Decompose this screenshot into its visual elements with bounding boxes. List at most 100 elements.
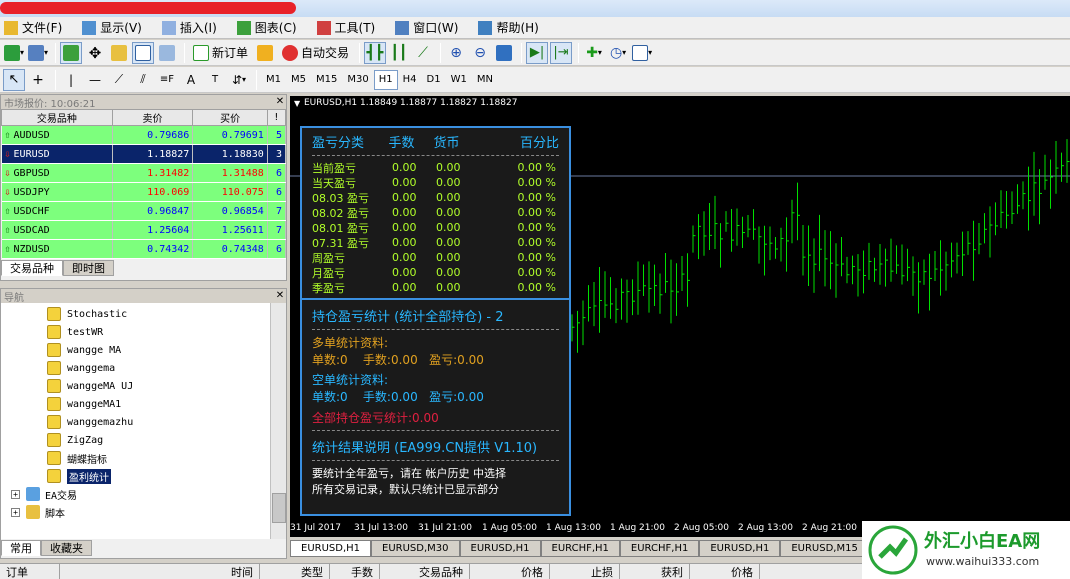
navigator-item[interactable]: ZigZag (47, 431, 286, 449)
mw-tab-0[interactable]: 交易品种 (1, 260, 63, 276)
timeframe-m1[interactable]: M1 (261, 70, 286, 90)
terminal-column[interactable]: 价格 (690, 564, 760, 579)
indicators-button[interactable]: ✚ ▾ (583, 42, 605, 64)
mw-tab-1[interactable]: 即时图 (63, 260, 114, 276)
nav-tab-0[interactable]: 常用 (1, 540, 41, 556)
trendline-button[interactable]: ⟋ (108, 69, 130, 91)
terminal-column[interactable]: 交易品种 (380, 564, 470, 579)
vertical-line-button[interactable]: | (60, 69, 82, 91)
line-chart-button[interactable]: ⟋ (412, 42, 434, 64)
tile-windows-button[interactable] (493, 42, 515, 64)
quote-row-usdcad[interactable]: ⇧ USDCAD 1.25604 1.25611 7 (1, 220, 287, 240)
menu-item-0[interactable]: 文件(F) (4, 18, 62, 38)
column-header[interactable]: 卖价 (111, 109, 194, 126)
stats-cell: 年盈亏 (312, 295, 392, 296)
expand-icon[interactable]: + (11, 489, 20, 499)
navigator-item[interactable]: wanggeMA UJ (47, 377, 286, 395)
close-icon[interactable]: ✕ (274, 96, 286, 108)
chart-tab-2[interactable]: EURUSD,H1 (459, 540, 541, 557)
auto-trading-button[interactable]: 自动交易 (278, 42, 353, 64)
navigator-item-label: 盈利统计 (67, 468, 111, 484)
text-button[interactable]: A (180, 69, 202, 91)
quote-row-nzdusd[interactable]: ⇧ NZDUSD 0.74342 0.74348 6 (1, 239, 287, 259)
menu-item-5[interactable]: 窗口(W) (395, 18, 458, 38)
menu-item-6[interactable]: 帮助(H) (478, 18, 539, 38)
close-icon[interactable]: ✕ (274, 290, 286, 302)
timeframe-m30[interactable]: M30 (342, 70, 373, 90)
chart-shift-button[interactable]: |⇥ (550, 41, 573, 64)
terminal-column[interactable]: 止损 (550, 564, 620, 579)
timeframe-mn[interactable]: MN (472, 70, 498, 90)
chart-tab-5[interactable]: EURUSD,H1 (699, 540, 781, 557)
column-header[interactable]: 买价 (192, 109, 268, 126)
timeframe-w1[interactable]: W1 (446, 70, 472, 90)
navigator-button[interactable] (108, 42, 130, 64)
cursor-button[interactable]: ↖ (3, 68, 25, 91)
chart-tab-4[interactable]: EURCHF,H1 (619, 540, 700, 557)
metaeditor-button[interactable] (254, 42, 276, 64)
terminal-button[interactable] (132, 41, 155, 64)
terminal-column[interactable]: 手数 (330, 564, 380, 579)
quote-row-gbpusd[interactable]: ⇩ GBPUSD 1.31482 1.31488 6 (1, 163, 287, 183)
market-watch-button[interactable] (60, 41, 83, 64)
quote-row-usdjpy[interactable]: ⇩ USDJPY 110.069 110.075 6 (1, 182, 287, 202)
navigator-item[interactable]: 蝴蝶指标 (47, 449, 286, 467)
scrollbar-thumb[interactable] (272, 493, 286, 523)
arrows-button[interactable]: ⇵ ▾ (228, 69, 250, 91)
navigator-item[interactable]: wanggemazhu (47, 413, 286, 431)
navigator-group[interactable]: + 脚本 (11, 503, 286, 521)
navigator-item[interactable]: testWR (47, 323, 286, 341)
candle-chart-button[interactable]: ┃┃ (388, 42, 410, 64)
templates-button[interactable]: ▾ (631, 42, 653, 64)
navigator-item[interactable]: Stochastic (47, 305, 286, 323)
menu-item-2[interactable]: 插入(I) (161, 18, 217, 38)
label-button[interactable]: T (204, 69, 226, 91)
terminal-column[interactable]: 获利 (620, 564, 690, 579)
navigator-item[interactable]: wanggema (47, 359, 286, 377)
navigator-item[interactable]: wanggeMA1 (47, 395, 286, 413)
profiles-button[interactable]: ▾ (27, 42, 49, 64)
data-window-button[interactable]: ✥ (84, 42, 106, 64)
quote-row-eurusd[interactable]: ⇩ EURUSD 1.18827 1.18830 3 (1, 144, 287, 164)
zoom-out-button[interactable]: ⊖ (469, 42, 491, 64)
navigator-item[interactable]: wangge MA (47, 341, 286, 359)
column-header[interactable]: ! (266, 109, 287, 126)
timeframe-m15[interactable]: M15 (311, 70, 342, 90)
bar-chart-button[interactable]: ┫┣ (364, 41, 387, 64)
terminal-column[interactable]: 类型 (260, 564, 330, 579)
menu-item-3[interactable]: 图表(C) (236, 18, 297, 38)
tester-button[interactable] (156, 42, 178, 64)
terminal-column[interactable]: 订单 (0, 564, 60, 579)
new-order-button[interactable]: 新订单 (189, 42, 252, 64)
expand-icon[interactable]: + (11, 507, 20, 517)
crosshair-button[interactable]: + (27, 69, 49, 91)
timeframe-m5[interactable]: M5 (286, 70, 311, 90)
chart-tab-6[interactable]: EURUSD,M15 (780, 540, 869, 557)
new-chart-button[interactable]: ▾ (3, 42, 25, 64)
quote-row-usdchf[interactable]: ⇧ USDCHF 0.96847 0.96854 7 (1, 201, 287, 221)
nav-tab-1[interactable]: 收藏夹 (41, 540, 92, 556)
divider (312, 430, 559, 431)
navigator-item[interactable]: 盈利统计 (47, 467, 286, 485)
periods-button[interactable]: ◷ ▾ (607, 42, 629, 64)
chart-tab-0[interactable]: EURUSD,H1 (290, 540, 372, 557)
terminal-column[interactable]: 时间 (60, 564, 260, 579)
zoom-in-button[interactable]: ⊕ (445, 42, 467, 64)
timeframe-h4[interactable]: H4 (398, 70, 422, 90)
navigator-group[interactable]: + EA交易 (11, 485, 286, 503)
fibonacci-button[interactable]: ≡F (156, 69, 178, 91)
quote-row-audusd[interactable]: ⇧ AUDUSD 0.79686 0.79691 5 (1, 125, 287, 145)
time-label: 2 Aug 05:00 (674, 523, 729, 533)
chart-tab-1[interactable]: EURUSD,M30 (371, 540, 460, 557)
menu-item-1[interactable]: 显示(V) (82, 18, 142, 38)
navigator-scrollbar[interactable] (270, 303, 286, 539)
auto-scroll-button[interactable]: ▶| (526, 41, 549, 64)
timeframe-d1[interactable]: D1 (422, 70, 446, 90)
channel-button[interactable]: ⫽ (132, 69, 154, 91)
timeframe-h1[interactable]: H1 (373, 69, 398, 90)
horizontal-line-button[interactable]: — (84, 69, 106, 91)
menu-item-4[interactable]: 工具(T) (316, 18, 375, 38)
column-header[interactable]: 交易品种 (1, 109, 113, 126)
terminal-column[interactable]: 价格 (470, 564, 550, 579)
chart-tab-3[interactable]: EURCHF,H1 (540, 540, 620, 557)
